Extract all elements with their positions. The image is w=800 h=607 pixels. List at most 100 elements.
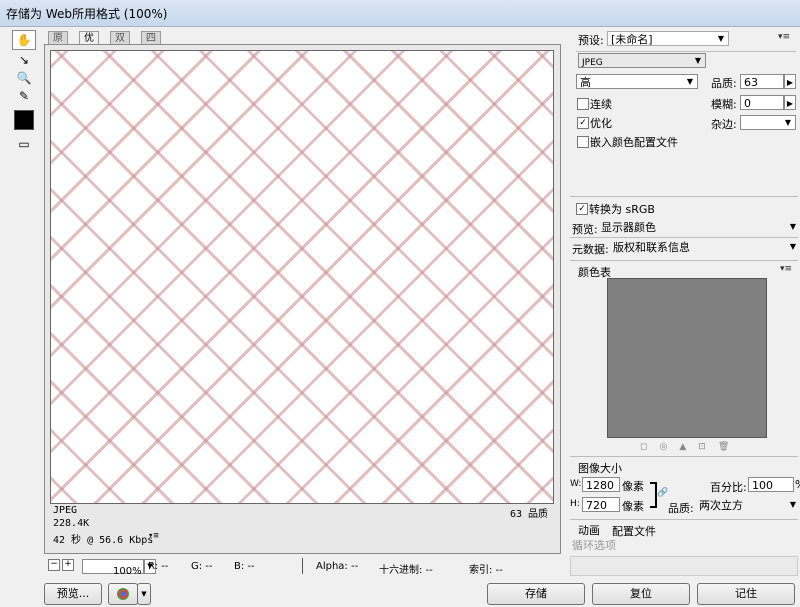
zoom-out-button[interactable]: − (48, 559, 60, 571)
metadata-label: 元数据: (572, 243, 609, 256)
divider (570, 260, 798, 261)
browser-preview-button[interactable] (108, 583, 138, 605)
zoom-level-value: 100% (113, 566, 142, 577)
tab-optimized[interactable]: 优化 (79, 31, 99, 57)
chevron-down-icon: ▼ (694, 56, 702, 65)
width-unit: 像素 (622, 480, 644, 493)
toggle-slices-icon[interactable]: ▭ (12, 134, 36, 154)
new-color-icon[interactable]: ⊡ (698, 442, 718, 452)
divider (570, 456, 798, 457)
status-hex: 十六进制: -- (379, 565, 433, 576)
animation-label: 动画 (578, 524, 600, 537)
metadata-select[interactable]: 版权和联系信息 ▼ (610, 240, 800, 255)
browser-dropdown-icon[interactable]: ▼ (137, 583, 151, 605)
preset-select[interactable]: [未命名] ▼ (607, 31, 729, 46)
color-table-tools: ◻◎▲⊡🗑 (640, 442, 741, 452)
blur-field[interactable]: 0 (740, 95, 784, 110)
optimize-menu-icon[interactable]: ▾≡ (778, 32, 790, 42)
optimized-checkbox[interactable]: ✓ (577, 117, 589, 129)
eyedropper-tool-icon[interactable]: ✎ (12, 86, 36, 106)
image-file-size: 228.4K (53, 518, 90, 529)
image-info-menu-icon[interactable]: ▾≡ (148, 531, 159, 541)
download-time: 42 秒 @ 56.6 Kbps (53, 535, 154, 546)
status-b: B: -- (234, 561, 255, 572)
hand-tool-icon[interactable]: ✋ (12, 30, 36, 50)
browser-icon (117, 588, 129, 600)
format-select[interactable]: JPEG ▼ (578, 53, 706, 68)
divider (570, 196, 798, 197)
loop-options-label: 循环选项 (572, 539, 616, 552)
status-bar: − + 100% ▼ R: -- G: -- B: -- Alpha: -- 十… (44, 556, 604, 578)
image-info: JPEG 228.4K 42 秒 @ 56.6 Kbps ▾≡ 63 品质 (50, 503, 552, 549)
animation-controls (570, 556, 798, 576)
quality-level-value: 高 (580, 76, 591, 89)
quality-value: 63 (744, 76, 758, 89)
web-shift-icon[interactable]: ◎ (659, 442, 679, 452)
slice-select-tool-icon[interactable]: ↘ (12, 50, 36, 70)
zoom-level-field[interactable]: 100% (82, 559, 144, 577)
resample-quality-select[interactable]: 两次立方 ▼ (696, 498, 800, 513)
map-transparent-icon[interactable]: ◻ (640, 442, 659, 452)
chevron-down-icon: ▼ (789, 242, 797, 251)
divider (570, 237, 798, 238)
quality-field[interactable]: 63 (740, 74, 784, 89)
progressive-label: 连续 (590, 98, 612, 111)
status-divider (302, 558, 303, 574)
chevron-down-icon: ▼ (717, 34, 725, 43)
convert-srgb-label: 转换为 sRGB (589, 203, 655, 216)
status-index: 索引: -- (469, 565, 503, 576)
preview-label: 预览: (572, 223, 598, 236)
color-table (607, 278, 767, 438)
format-value: JPEG (582, 58, 603, 68)
eyedropper-color-swatch[interactable] (14, 110, 34, 130)
link-icon[interactable]: 🔗 (657, 488, 668, 498)
metadata-value: 版权和联系信息 (613, 241, 690, 254)
quality-label: 品质: (711, 77, 737, 90)
preview-select[interactable]: 显示器颜色 ▼ (598, 220, 800, 235)
percent-field[interactable]: 100 (748, 477, 794, 492)
constrain-bracket (650, 482, 657, 508)
blur-value: 0 (744, 97, 751, 110)
tab-original[interactable]: 原稿 (48, 31, 68, 57)
percent-value: 100 (752, 479, 773, 492)
image-preview[interactable] (50, 50, 554, 504)
progressive-checkbox[interactable] (577, 98, 589, 110)
preset-value: [未命名] (611, 33, 653, 46)
preset-label: 预设: (578, 34, 604, 47)
matte-select[interactable]: ▼ (740, 115, 796, 130)
trash-icon[interactable]: 🗑 (718, 442, 741, 452)
chevron-down-icon: ▼ (686, 77, 694, 86)
matte-label: 杂边: (711, 118, 737, 131)
quality-level-select[interactable]: 高 ▼ (576, 74, 698, 89)
preview-value: 显示器颜色 (601, 221, 656, 234)
height-field[interactable]: 720 (582, 497, 620, 512)
optimized-label: 优化 (590, 117, 612, 130)
title-bar: 存储为 Web所用格式 (100%) (0, 0, 800, 27)
resample-quality-label: 品质: (668, 502, 694, 515)
status-alpha: Alpha: -- (316, 561, 359, 572)
tab-4-up[interactable]: 四联 (141, 31, 161, 57)
status-r: R: -- (148, 561, 169, 572)
lock-color-icon[interactable]: ▲ (679, 442, 698, 452)
quality-slider-arrow-icon[interactable]: ▶ (784, 74, 796, 89)
divider (576, 51, 796, 52)
resample-quality-value: 两次立方 (699, 499, 743, 512)
zoom-in-button[interactable]: + (62, 559, 74, 571)
zoom-tool-icon[interactable]: 🔍 (12, 68, 36, 88)
percent-label: 百分比: (710, 481, 747, 494)
preview-button[interactable]: 预览... (44, 583, 102, 605)
image-size-label: 图像大小 (578, 462, 622, 475)
window-title: 存储为 Web所用格式 (100%) (6, 7, 168, 21)
width-value: 1280 (586, 479, 614, 492)
tab-2-up[interactable]: 双联 (110, 31, 130, 57)
embed-profile-checkbox[interactable] (577, 136, 589, 148)
blur-slider-arrow-icon[interactable]: ▶ (784, 95, 796, 110)
width-field[interactable]: 1280 (582, 477, 620, 492)
blur-label: 模糊: (711, 98, 737, 111)
color-table-menu-icon[interactable]: ▾≡ (780, 264, 792, 274)
convert-srgb-checkbox[interactable]: ✓ (576, 203, 588, 215)
settings-panel: 预设: [未命名] ▼ ▾≡ JPEG ▼ 高 ▼ 品质: 63 ▶ 连续 模糊… (570, 26, 800, 600)
profile-label: 配置文件 (612, 525, 656, 538)
chevron-down-icon: ▼ (789, 500, 797, 509)
height-unit: 像素 (622, 500, 644, 513)
